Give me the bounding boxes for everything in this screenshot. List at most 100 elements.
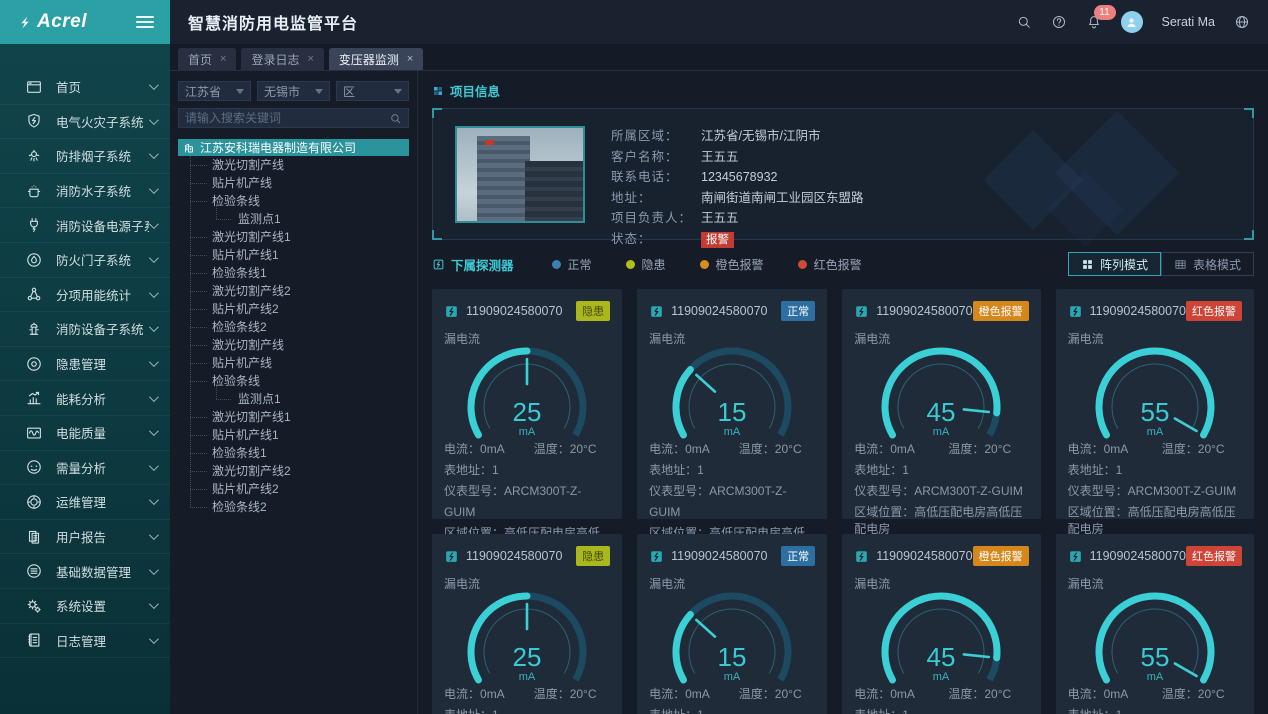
sidebar-menu-item[interactable]: 能耗分析 <box>0 381 170 416</box>
tree-root-node[interactable]: 江苏安科瑞电器制造有限公司 <box>178 139 409 156</box>
chevron-down-icon <box>149 530 159 540</box>
detector-card[interactable]: 11909024580070 红色报警 漏电流 55mA 电流：0mA 温度：2… <box>1056 289 1254 519</box>
tree-node[interactable]: 贴片机产线2 <box>178 480 409 498</box>
sidebar-menu-item[interactable]: 隐患管理 <box>0 347 170 382</box>
user-name[interactable]: Serati Ma <box>1162 15 1216 29</box>
sidebar-item-label: 系统设置 <box>56 596 106 615</box>
tree-node-label: 检验条线 <box>212 194 260 208</box>
legend-label: 正常 <box>568 256 592 273</box>
tree-node[interactable]: 监测点1 <box>178 390 409 408</box>
tab[interactable]: 登录日志 × <box>241 48 323 70</box>
project-field-row: 联系电话： 12345678932 <box>611 167 864 188</box>
tree-node[interactable]: 检验条线1 <box>178 264 409 282</box>
detector-card[interactable]: 11909024580070 正常 漏电流 15mA 电流：0mA 温度：20°… <box>637 289 827 519</box>
legend-label: 红色报警 <box>814 256 862 273</box>
tab[interactable]: 变压器监测 × <box>329 48 423 70</box>
legend-dot <box>626 260 635 269</box>
tree-node[interactable]: 贴片机产线2 <box>178 300 409 318</box>
tab-close-icon[interactable]: × <box>407 53 413 65</box>
tab-bar: 首页 × 登录日志 × 变压器监测 × <box>170 44 1268 71</box>
tree-node[interactable]: 检验条线 <box>178 192 409 210</box>
stat-row: 电流：0mA 温度：20°C <box>444 439 610 460</box>
detector-card[interactable]: 11909024580070 正常 漏电流 15mA 电流：0mA 温度：20°… <box>637 534 827 714</box>
tree-node[interactable]: 检验条线 <box>178 372 409 390</box>
tree-node[interactable]: 激光切割产线1 <box>178 408 409 426</box>
tree-node[interactable]: 激光切割产线 <box>178 156 409 174</box>
sidebar-menu-item[interactable]: 消防设备电源子系统 <box>0 208 170 243</box>
field-value: 江苏省/无锡市/江阴市 <box>701 126 820 147</box>
view-mode-button[interactable]: 表格模式 <box>1161 252 1254 276</box>
detector-card-header: 11909024580070 红色报警 <box>1068 301 1242 321</box>
help-icon[interactable] <box>1051 14 1067 30</box>
select-caret-icon <box>315 89 323 94</box>
sidebar-item-label: 分项用能统计 <box>56 285 131 304</box>
region-select[interactable]: 江苏省 <box>178 81 251 101</box>
tree-node[interactable]: 贴片机产线 <box>178 174 409 192</box>
language-globe-icon[interactable] <box>1234 14 1250 30</box>
tree-node[interactable]: 激光切割产线 <box>178 336 409 354</box>
stat-row: 电流：0mA 温度：20°C <box>854 439 1028 460</box>
stat-current: 电流：0mA <box>649 684 739 705</box>
sidebar-menu-item[interactable]: 用户报告 <box>0 520 170 555</box>
svg-text:mA: mA <box>1147 426 1164 438</box>
sidebar-menu-item[interactable]: 基础数据管理 <box>0 554 170 589</box>
tree-node-label: 贴片机产线1 <box>212 428 279 442</box>
tree-node[interactable]: 监测点1 <box>178 210 409 228</box>
tree-node[interactable]: 贴片机产线1 <box>178 426 409 444</box>
search-input[interactable] <box>185 111 389 125</box>
region-select-value: 无锡市 <box>264 83 300 100</box>
sidebar-menu-item[interactable]: 消防水子系统 <box>0 174 170 209</box>
search-icon[interactable] <box>1016 14 1032 30</box>
field-label: 客户名称： <box>611 147 701 168</box>
tree-node[interactable]: 激光切割产线2 <box>178 282 409 300</box>
bolt-square-icon <box>854 304 869 319</box>
tree-node[interactable]: 检验条线1 <box>178 444 409 462</box>
hamburger-menu-icon[interactable] <box>136 13 154 31</box>
detector-section-title: 下属探测器 <box>432 255 514 274</box>
tree-node[interactable]: 贴片机产线1 <box>178 246 409 264</box>
tree-node-label: 贴片机产线 <box>212 176 272 190</box>
sidebar-menu-item[interactable]: 运维管理 <box>0 485 170 520</box>
stat-row: 表地址：1 <box>1068 705 1242 714</box>
sidebar-menu-item[interactable]: 电气火灾子系统 <box>0 105 170 140</box>
notification-bell-icon[interactable]: 11 <box>1086 14 1102 30</box>
search-icon[interactable] <box>389 112 402 125</box>
tab-close-icon[interactable]: × <box>307 53 313 65</box>
detector-card[interactable]: 11909024580070 橙色报警 漏电流 45mA 电流：0mA 温度：2… <box>842 289 1040 519</box>
leakage-gauge: 25mA <box>444 343 610 435</box>
sidebar-menu-item[interactable]: 需量分析 <box>0 451 170 486</box>
user-avatar[interactable] <box>1121 11 1143 33</box>
sidebar-menu-item[interactable]: 电能质量 <box>0 416 170 451</box>
detector-card[interactable]: 11909024580070 隐患 漏电流 25mA 电流：0mA 温度：20°… <box>432 289 622 519</box>
sidebar-menu-item[interactable]: 消防设备子系统 <box>0 312 170 347</box>
sidebar-item-label: 防排烟子系统 <box>56 146 131 165</box>
tree-node[interactable]: 检验条线2 <box>178 498 409 516</box>
detector-card[interactable]: 11909024580070 红色报警 漏电流 55mA 电流：0mA 温度：2… <box>1056 534 1254 714</box>
chevron-down-icon <box>149 288 159 298</box>
tree-node[interactable]: 检验条线2 <box>178 318 409 336</box>
tab-close-icon[interactable]: × <box>220 53 226 65</box>
region-select-value: 江苏省 <box>185 83 221 100</box>
sidebar-item-label: 能耗分析 <box>56 389 106 408</box>
detector-card[interactable]: 11909024580070 隐患 漏电流 25mA 电流：0mA 温度：20°… <box>432 534 622 714</box>
sidebar-item-icon <box>25 320 43 338</box>
tree-node-label: 检验条线 <box>212 374 260 388</box>
sidebar-menu-item[interactable]: 防火门子系统 <box>0 243 170 278</box>
tree-node[interactable]: 贴片机产线 <box>178 354 409 372</box>
region-select[interactable]: 无锡市 <box>257 81 330 101</box>
status-badge: 橙色报警 <box>973 301 1029 321</box>
tab[interactable]: 首页 × <box>178 48 236 70</box>
sidebar-menu-item[interactable]: 分项用能统计 <box>0 278 170 313</box>
view-mode-button[interactable]: 阵列模式 <box>1068 252 1161 276</box>
sidebar-menu-item[interactable]: 系统设置 <box>0 589 170 624</box>
sidebar-item-label: 运维管理 <box>56 492 106 511</box>
tree-node[interactable]: 激光切割产线2 <box>178 462 409 480</box>
sidebar-menu-item[interactable]: 防排烟子系统 <box>0 139 170 174</box>
status-badge: 红色报警 <box>1186 301 1242 321</box>
detector-card[interactable]: 11909024580070 橙色报警 漏电流 45mA 电流：0mA 温度：2… <box>842 534 1040 714</box>
region-select[interactable]: 区 <box>336 81 409 101</box>
sidebar-menu-item[interactable]: 首页 <box>0 70 170 105</box>
sidebar-menu-item[interactable]: 日志管理 <box>0 624 170 659</box>
tree-node-label: 贴片机产线1 <box>212 248 279 262</box>
tree-node[interactable]: 激光切割产线1 <box>178 228 409 246</box>
